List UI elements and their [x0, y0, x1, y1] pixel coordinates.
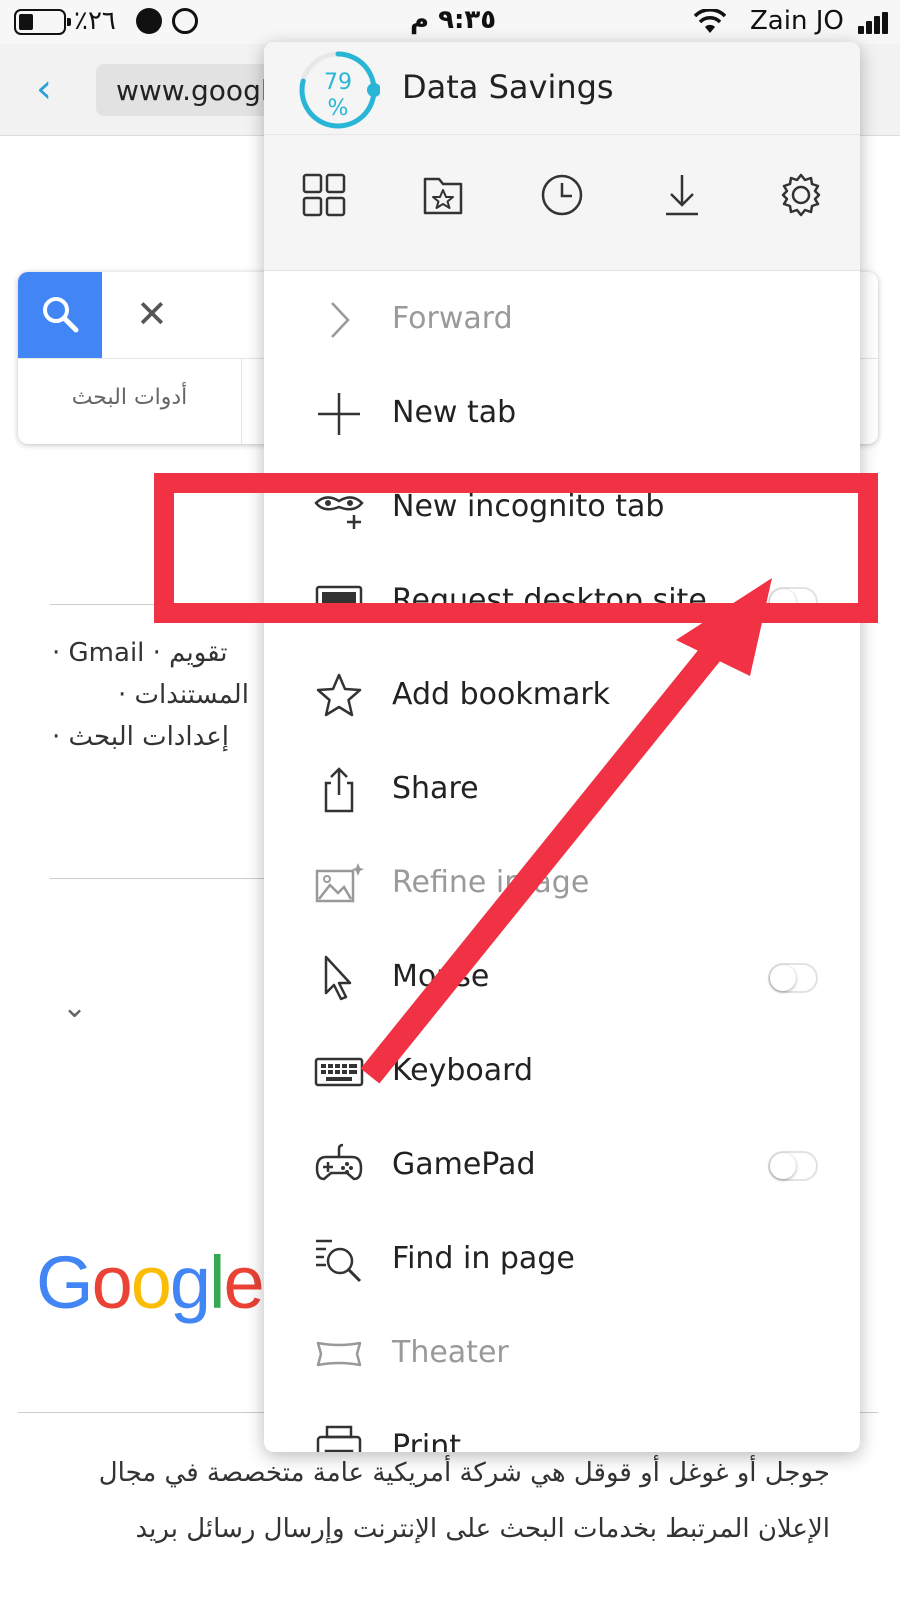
- wiki-description-line-1: جوجل أو غوغل أو قوقل هي شركة أمريكية عام…: [98, 1458, 830, 1488]
- menu-item-label: Mouse: [392, 959, 490, 994]
- data-savings-header[interactable]: 79 % Data Savings: [264, 42, 860, 135]
- battery-icon: [14, 9, 71, 35]
- battery-percent: ٪٢٦: [74, 6, 116, 36]
- alarm-icon: [136, 8, 162, 34]
- google-apps-links[interactable]: تقويم · Gmail ·: [52, 638, 228, 668]
- menu-item-label: Request desktop site: [392, 583, 707, 618]
- menu-item-label: Share: [392, 771, 479, 806]
- theater-icon: [316, 1341, 362, 1367]
- menu-item-label: Keyboard: [392, 1053, 534, 1088]
- refine-image-icon: [315, 863, 364, 903]
- signal-icon: [858, 12, 892, 34]
- menu-item-label: New tab: [392, 395, 517, 430]
- request-desktop-site-toggle[interactable]: [768, 587, 818, 617]
- menu-item-label: Print: [392, 1429, 462, 1452]
- expand-chevron-icon[interactable]: ⌄: [62, 990, 87, 1025]
- clear-icon[interactable]: ✕: [136, 292, 168, 336]
- status-time: ٩:٣٥ م: [410, 5, 497, 35]
- savings-value: 79: [324, 70, 352, 95]
- quick-actions-bar: [264, 135, 860, 271]
- mouse-toggle[interactable]: [768, 963, 818, 993]
- forward-icon: [331, 302, 350, 338]
- menu-item-label: Theater: [392, 1335, 509, 1370]
- wiki-description-line-2: الإعلان المرتبط بخدمات البحث على الإنترن…: [135, 1514, 831, 1544]
- desktop-icon: [315, 585, 363, 622]
- menu-item-keyboard[interactable]: Keyboard: [264, 1025, 860, 1119]
- download-icon[interactable]: [652, 165, 712, 225]
- menu-item-add-bookmark[interactable]: Add bookmark: [264, 649, 860, 743]
- back-chevron-icon[interactable]: ‹: [36, 66, 52, 112]
- menu-item-label: Forward: [392, 301, 513, 336]
- google-docs-link[interactable]: المستندات ·: [118, 680, 249, 710]
- menu-item-refine-image[interactable]: Refine image: [264, 837, 860, 931]
- menu-item-label: Add bookmark: [392, 677, 611, 712]
- grid-icon[interactable]: [294, 165, 354, 225]
- menu-item-forward[interactable]: Forward: [264, 273, 860, 367]
- menu-item-find-in-page[interactable]: Find in page: [264, 1213, 860, 1307]
- mouse-pointer-icon: [324, 955, 352, 1001]
- search-settings-link[interactable]: إعدادات البحث ·: [52, 722, 229, 752]
- gamepad-toggle[interactable]: [768, 1151, 818, 1181]
- menu-item-print[interactable]: Print: [264, 1401, 860, 1452]
- plus-icon: [318, 393, 360, 435]
- menu-item-label: GamePad: [392, 1147, 536, 1182]
- data-savings-title: Data Savings: [402, 68, 614, 106]
- incognito-icon: [314, 496, 364, 529]
- star-icon: [316, 673, 362, 717]
- menu-item-theater[interactable]: Theater: [264, 1307, 860, 1401]
- history-clock-icon[interactable]: [532, 165, 592, 225]
- menu-item-label: Refine image: [392, 865, 590, 900]
- data-savings-gauge: 79 %: [296, 48, 380, 132]
- bookmarks-folder-icon[interactable]: [413, 165, 473, 225]
- search-button[interactable]: [18, 272, 102, 358]
- carrier-name: Zain JO: [750, 6, 844, 36]
- menu-item-request-desktop-site[interactable]: Request desktop site: [264, 555, 860, 649]
- search-tools-tab[interactable]: أدوات البحث: [18, 358, 242, 444]
- gamepad-icon: [315, 1143, 363, 1181]
- google-logo: Google: [36, 1241, 265, 1324]
- menu-item-mouse[interactable]: Mouse: [264, 931, 860, 1025]
- find-in-page-icon: [316, 1239, 362, 1283]
- share-icon: [324, 767, 354, 813]
- keyboard-icon: [314, 1057, 364, 1087]
- wifi-icon: [694, 9, 726, 33]
- printer-icon: [316, 1425, 362, 1452]
- browser-menu: 79 % Data Savings Forward New tab New in…: [264, 42, 860, 1452]
- menu-item-gamepad[interactable]: GamePad: [264, 1119, 860, 1213]
- menu-item-label: Find in page: [392, 1241, 575, 1276]
- search-icon: [43, 297, 79, 333]
- status-bar: ٪٢٦ ٩:٣٥ م Zain JO: [0, 0, 900, 44]
- divider: [50, 878, 270, 879]
- rotation-lock-icon: [172, 8, 198, 34]
- menu-item-new-incognito-tab[interactable]: New incognito tab: [264, 461, 860, 555]
- settings-gear-icon[interactable]: [771, 165, 831, 225]
- menu-item-new-tab[interactable]: New tab: [264, 367, 860, 461]
- divider: [50, 604, 270, 605]
- menu-item-label: New incognito tab: [392, 489, 665, 524]
- savings-unit: %: [327, 96, 349, 121]
- menu-item-share[interactable]: Share: [264, 743, 860, 837]
